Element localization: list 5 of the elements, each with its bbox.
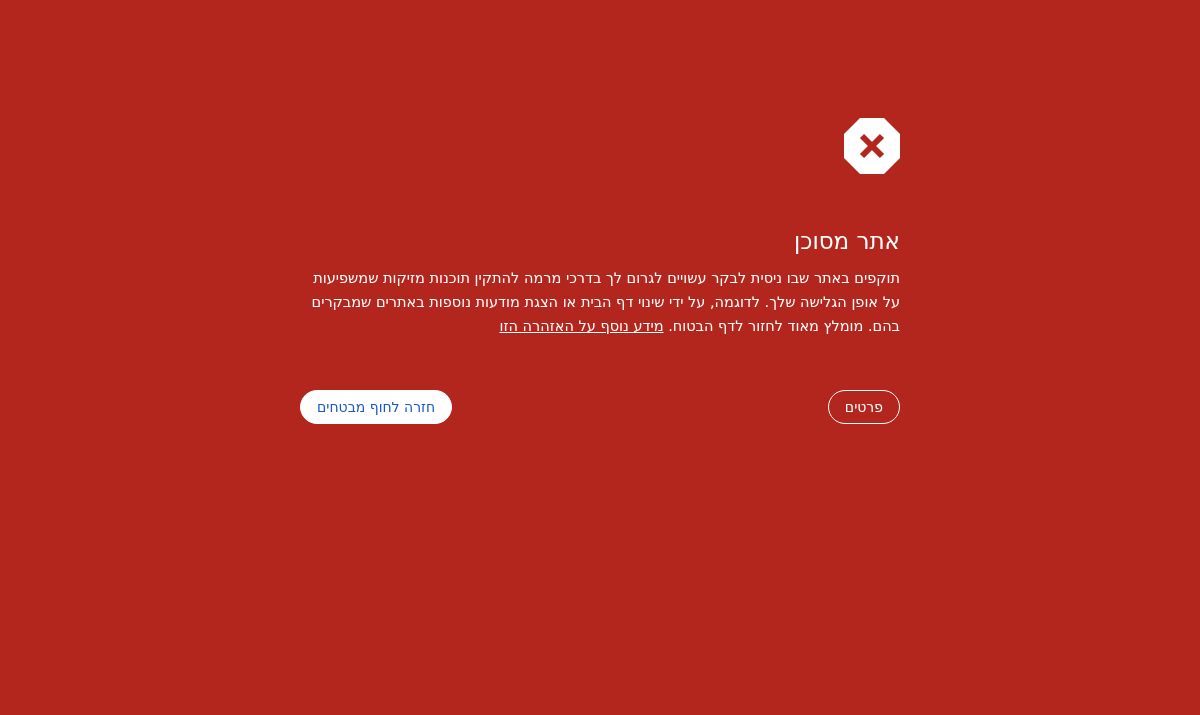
error-icon [844,118,900,174]
learn-more-link[interactable]: מידע נוסף על האזהרה הזו [499,318,664,334]
page-title: אתר מסוכן [792,227,900,256]
warning-message: תוקפים באתר שבו ניסית לבקר עשויים לגרום לך בדרכי מרמה להתקין תוכנות מזיקות שמשפיעות על אופן הגלישה שלך. לדוגמה, על ידי שינוי דף הבית או הצגת מודעות נוספות באתרים שמבקרים בהם. מומלץ מאוד לחזור לדף הבטוח. מידע נוסף על האזהרה הזו [310,269,900,336]
back-to-safety-button[interactable]: חזרה לחוף מבטחים [300,390,453,424]
